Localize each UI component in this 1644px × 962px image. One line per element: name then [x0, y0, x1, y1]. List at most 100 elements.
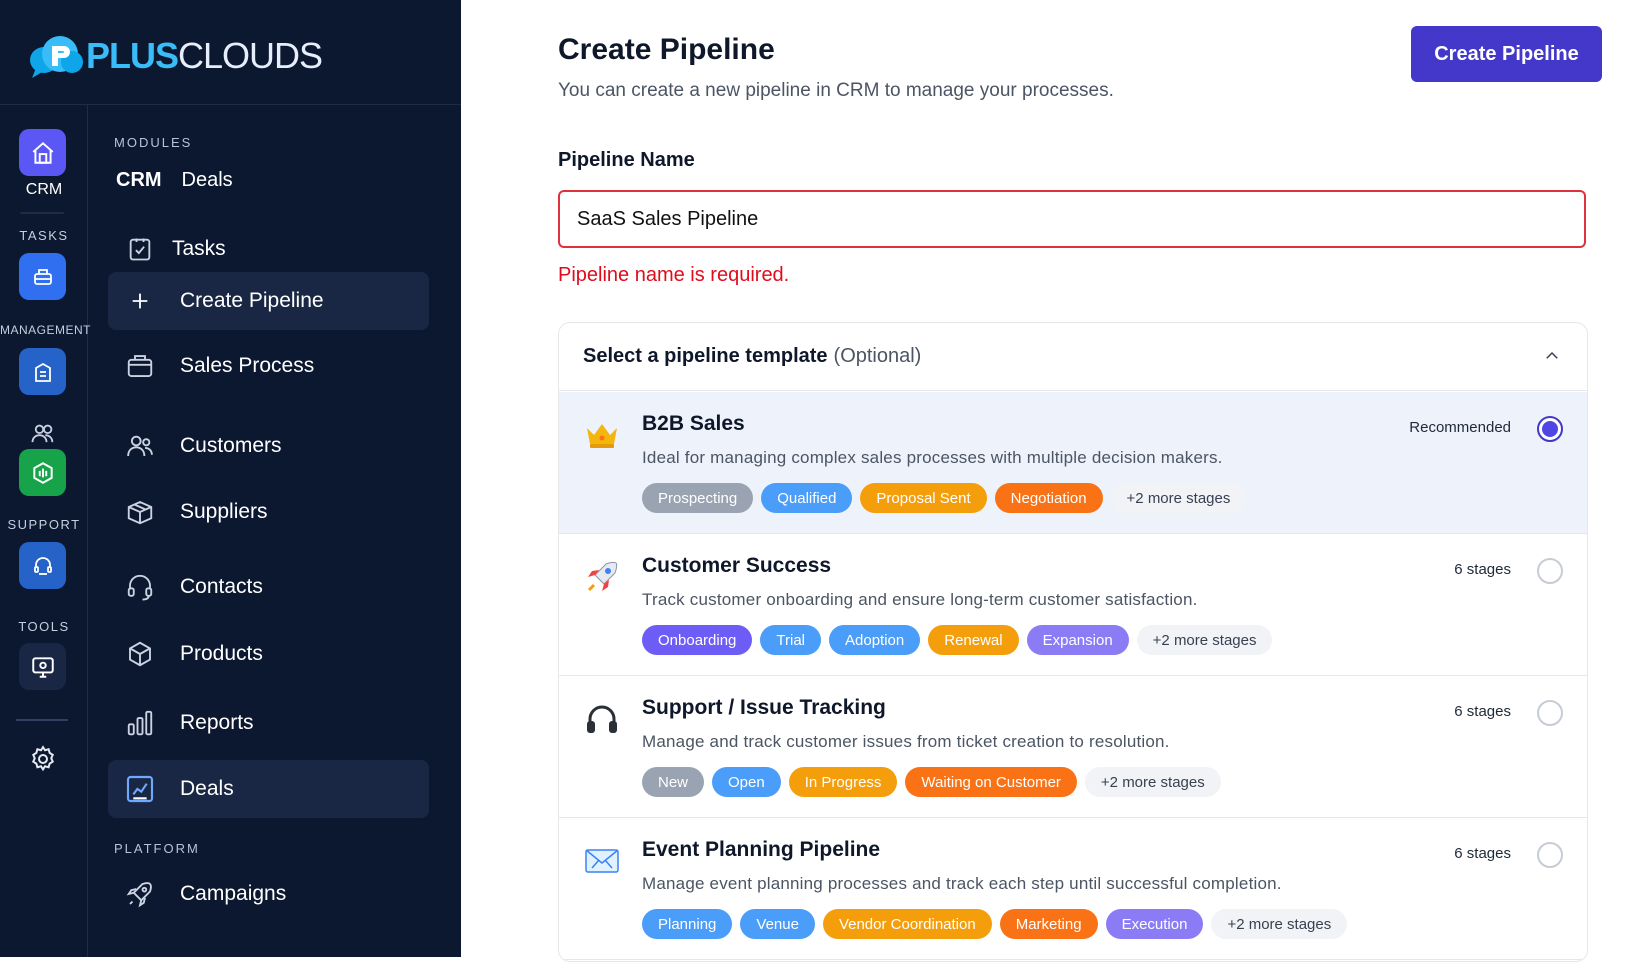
- template-radio[interactable]: [1537, 416, 1563, 442]
- rail-tools-button[interactable]: [19, 643, 66, 690]
- nav-item-suppliers[interactable]: Suppliers: [108, 483, 429, 541]
- more-stages-tag: +2 more stages: [1136, 625, 1273, 655]
- monitor-icon: [31, 656, 54, 678]
- stage-tags: Planning Venue Vendor Coordination Marke…: [642, 909, 1348, 939]
- headset-icon: [122, 569, 158, 605]
- stage-tag: In Progress: [788, 767, 898, 797]
- template-selector-title: Select a pipeline template: [583, 345, 828, 367]
- rail-tasks-button[interactable]: [19, 253, 66, 300]
- nav-label-suppliers: Suppliers: [180, 500, 268, 523]
- stage-tag: Negotiation: [994, 483, 1103, 513]
- stage-tag: Prospecting: [642, 483, 754, 513]
- support-agent-icon: [33, 556, 52, 575]
- template-option-b2b-sales[interactable]: B2B Sales Ideal for managing complex sal…: [559, 392, 1587, 534]
- rail-green-module-button[interactable]: [19, 449, 66, 496]
- rail-management-button[interactable]: [19, 348, 66, 395]
- box-icon: [122, 494, 158, 530]
- cube-icon: [122, 636, 158, 672]
- recommended-badge: Recommended: [1409, 419, 1511, 436]
- stage-tag: Execution: [1105, 909, 1204, 939]
- crm-deals-link[interactable]: Deals: [182, 169, 233, 192]
- chevron-up-icon[interactable]: [1543, 347, 1561, 365]
- more-stages-tag: +2 more stages: [1110, 483, 1247, 513]
- stage-tags: Prospecting Qualified Proposal Sent Nego…: [642, 483, 1247, 513]
- more-stages-tag: +2 more stages: [1084, 767, 1221, 797]
- nav-label-products: Products: [180, 642, 263, 665]
- users-icon: [31, 424, 53, 442]
- rail-label-support: SUPPORT: [7, 517, 81, 532]
- nav-label-contacts: Contacts: [180, 575, 263, 598]
- rail-crm-button[interactable]: [19, 129, 66, 176]
- nav-item-create-pipeline[interactable]: Create Pipeline: [108, 272, 429, 330]
- platform-heading: PLATFORM: [114, 841, 200, 856]
- rail-settings-button[interactable]: [19, 735, 66, 782]
- rail-separator: [20, 212, 64, 214]
- page-subtitle: You can create a new pipeline in CRM to …: [558, 80, 1114, 101]
- template-selector-header[interactable]: Select a pipeline template (Optional): [559, 323, 1587, 391]
- nav-item-customers[interactable]: Customers: [108, 417, 429, 475]
- nav-item-tasks[interactable]: Tasks: [108, 220, 429, 278]
- pipeline-name-input[interactable]: [558, 190, 1586, 248]
- rail-label-tasks: TASKS: [19, 228, 69, 243]
- template-name: Customer Success: [642, 554, 832, 577]
- stage-tag: Marketing: [999, 909, 1098, 939]
- stage-tag: Trial: [760, 625, 822, 655]
- customers-icon: [122, 428, 158, 464]
- stage-tag: Waiting on Customer: [905, 767, 1077, 797]
- stage-tag: Adoption: [829, 625, 921, 655]
- template-description: Track customer onboarding and ensure lon…: [642, 590, 1198, 609]
- template-radio[interactable]: [1537, 558, 1563, 584]
- nav-item-campaigns[interactable]: Campaigns: [108, 865, 429, 923]
- create-pipeline-button[interactable]: Create Pipeline: [1411, 26, 1602, 82]
- stage-tag: Vendor Coordination: [822, 909, 992, 939]
- nav-label-campaigns: Campaigns: [180, 882, 287, 905]
- stage-count: 6 stages: [1454, 561, 1511, 578]
- stage-tag: New: [642, 767, 705, 797]
- rocket-icon: [122, 876, 158, 912]
- nav-item-contacts[interactable]: Contacts: [108, 558, 429, 616]
- template-radio[interactable]: [1537, 700, 1563, 726]
- template-name: Support / Issue Tracking: [642, 696, 886, 719]
- template-option-event-planning[interactable]: Event Planning Pipeline Manage event pla…: [559, 818, 1587, 960]
- headphones-icon: [583, 700, 621, 738]
- module-rail: CRM TASKS MANAGEMENT SUPPORT TOOLS: [0, 105, 92, 957]
- plus-icon: [122, 283, 158, 319]
- page-title: Create Pipeline: [558, 33, 775, 66]
- crm-title: CRM: [116, 169, 162, 191]
- plusclouds-logo-icon: [30, 36, 83, 78]
- stage-tags: New Open In Progress Waiting on Customer…: [642, 767, 1221, 797]
- brand-logo[interactable]: PLUSCLOUDS: [28, 26, 323, 86]
- nav-item-products[interactable]: Products: [108, 625, 429, 683]
- rail-label-management: MANAGEMENT: [0, 323, 92, 337]
- template-selector-optional: (Optional): [833, 345, 922, 367]
- pipeline-name-label: Pipeline Name: [558, 149, 695, 171]
- template-description: Ideal for managing complex sales process…: [642, 448, 1223, 467]
- nav-label-customers: Customers: [180, 434, 282, 457]
- stage-tag: Onboarding: [642, 625, 753, 655]
- rail-label-tools: TOOLS: [18, 619, 70, 634]
- nav-item-reports[interactable]: Reports: [108, 694, 429, 752]
- stage-count: 6 stages: [1454, 703, 1511, 720]
- rail-label-crm: CRM: [25, 181, 63, 198]
- event-icon: [583, 842, 621, 880]
- inbox-icon: [33, 268, 52, 285]
- nav-label-deals: Deals: [180, 777, 234, 800]
- nav-label-create-pipeline: Create Pipeline: [180, 289, 324, 312]
- bar-chart-icon: [122, 705, 158, 741]
- stage-tags: Onboarding Trial Adoption Renewal Expans…: [642, 625, 1273, 655]
- nav-item-deals[interactable]: Deals: [108, 760, 429, 818]
- rail-support-button[interactable]: [19, 542, 66, 589]
- stage-count: 6 stages: [1454, 845, 1511, 862]
- stage-tag: Expansion: [1026, 625, 1129, 655]
- main-content: Create Pipeline You can create a new pip…: [461, 0, 1644, 962]
- gear-icon: [31, 744, 54, 771]
- crm-breadcrumb: CRM Deals: [116, 169, 233, 192]
- stage-tag: Venue: [740, 909, 815, 939]
- crown-icon: [583, 416, 621, 454]
- template-option-support-issue-tracking[interactable]: Support / Issue Tracking Manage and trac…: [559, 676, 1587, 818]
- template-radio[interactable]: [1537, 842, 1563, 868]
- template-option-customer-success[interactable]: Customer Success Track customer onboardi…: [559, 534, 1587, 676]
- brand-name: PLUSCLOUDS: [86, 35, 323, 76]
- nav-label-sales-process: Sales Process: [180, 354, 315, 377]
- nav-item-sales-process[interactable]: Sales Process: [108, 337, 429, 395]
